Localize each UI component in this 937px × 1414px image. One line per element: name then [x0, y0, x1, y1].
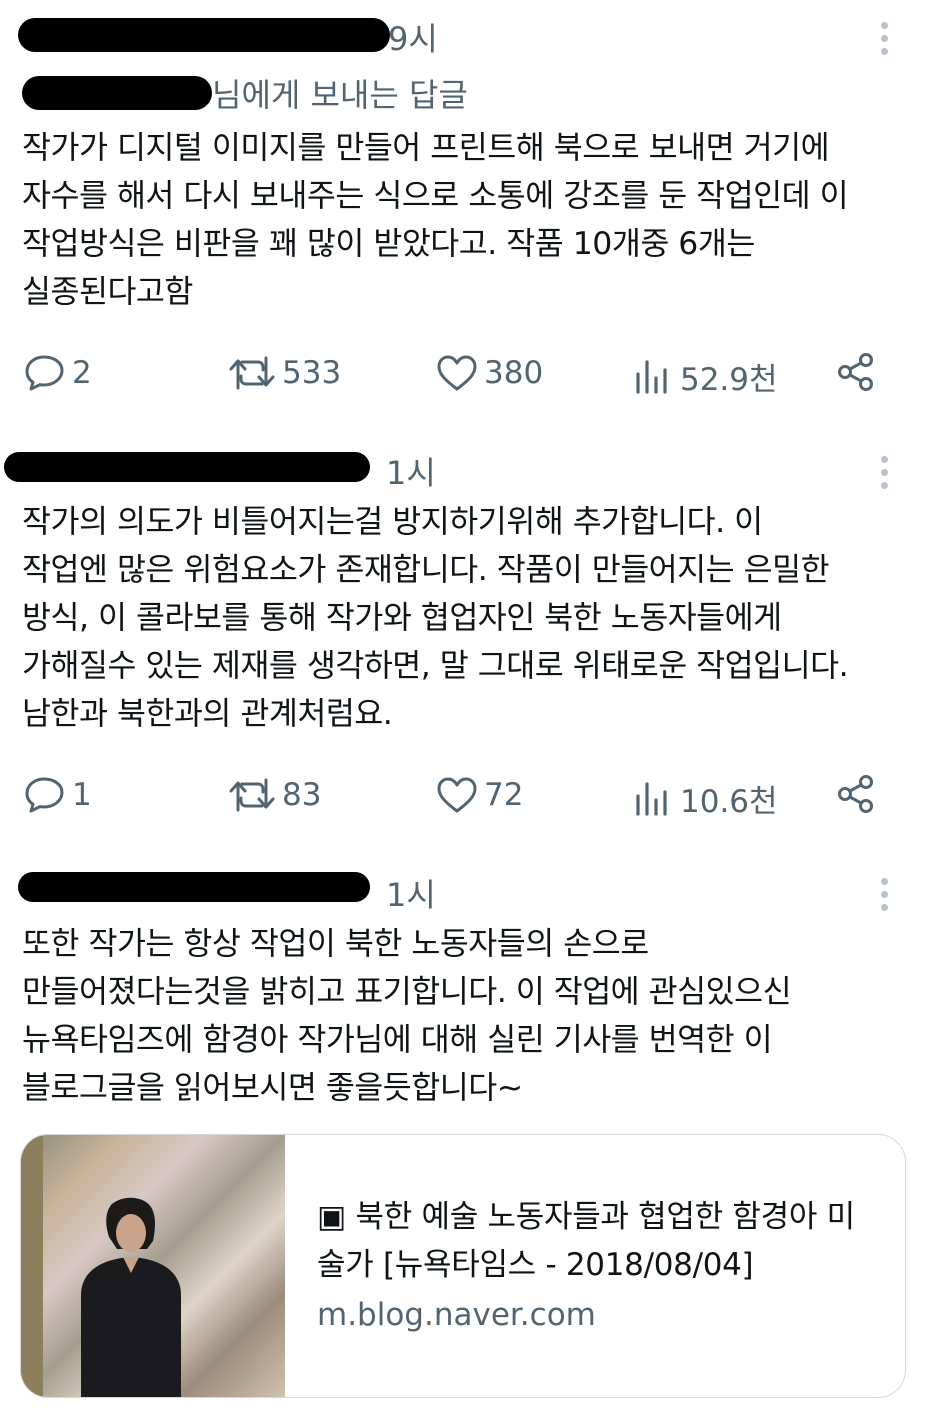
reply-1[interactable]: 9시 님에게 보내는 답글 작가가 디지털 이미지를 만들어 프린트해 북으로 …	[0, 0, 937, 420]
timestamp[interactable]: 1시	[386, 870, 436, 916]
link-card-domain: m.blog.naver.com	[317, 1297, 596, 1333]
reply-button[interactable]: 1	[24, 776, 92, 814]
share-icon	[838, 775, 873, 813]
views-button[interactable]: 10.6천	[634, 776, 778, 821]
reply-text: 작가가 디지털 이미지를 만들어 프린트해 북으로 보내면 거기에 자수를 해서…	[22, 130, 849, 310]
views-button[interactable]: 52.9천	[634, 354, 778, 399]
reply-to-label[interactable]: 님에게 보내는 답글	[212, 70, 468, 116]
more-icon[interactable]	[877, 878, 891, 917]
reply-button[interactable]: 2	[24, 354, 92, 392]
reply-count: 2	[72, 355, 92, 391]
reply-count: 1	[72, 777, 92, 813]
like-button[interactable]: 72	[436, 776, 523, 814]
retweet-count: 83	[282, 777, 322, 813]
more-icon[interactable]	[877, 456, 891, 495]
redacted-username	[18, 872, 370, 902]
views-count: 10.6천	[680, 784, 778, 820]
artist-photo	[81, 1197, 181, 1397]
views-icon	[636, 359, 667, 394]
reply-text: 또한 작가는 항상 작업이 북한 노동자들의 손으로 만들어졌다는것을 밝히고 …	[22, 926, 792, 1106]
retweet-icon	[229, 778, 275, 812]
redacted-reply-target	[22, 76, 212, 110]
like-icon	[437, 777, 477, 813]
redacted-username	[18, 18, 390, 52]
link-card-title: ▣ 북한 예술 노동자들과 협업한 함경아 미술가 [뉴욕타임스 - 2018/…	[317, 1199, 855, 1283]
like-icon	[437, 355, 477, 391]
like-count: 72	[484, 777, 524, 813]
timestamp[interactable]: 9시	[388, 14, 438, 60]
reply-text: 작가의 의도가 비틀어지는걸 방지하기위해 추가합니다. 이 작업엔 많은 위험…	[22, 504, 849, 732]
share-button[interactable]	[836, 352, 878, 392]
share-icon	[838, 353, 873, 391]
retweet-button[interactable]: 83	[228, 776, 321, 814]
like-button[interactable]: 380	[436, 354, 543, 392]
retweet-button[interactable]: 533	[228, 354, 341, 392]
retweet-count: 533	[282, 355, 342, 391]
views-count: 52.9천	[680, 362, 778, 398]
reply-icon	[25, 777, 64, 813]
timestamp[interactable]: 1시	[386, 448, 436, 494]
reply-2[interactable]: 1시 작가의 의도가 비틀어지는걸 방지하기위해 추가합니다. 이 작업엔 많은…	[0, 420, 937, 840]
reply-icon	[25, 355, 64, 391]
redacted-username	[4, 452, 370, 482]
share-button[interactable]	[836, 774, 878, 814]
link-card-image	[21, 1135, 285, 1397]
like-count: 380	[484, 355, 544, 391]
more-icon[interactable]	[877, 22, 891, 61]
retweet-icon	[229, 356, 275, 390]
link-card[interactable]: ▣ 북한 예술 노동자들과 협업한 함경아 미술가 [뉴욕타임스 - 2018/…	[20, 1134, 906, 1398]
views-icon	[636, 781, 667, 816]
